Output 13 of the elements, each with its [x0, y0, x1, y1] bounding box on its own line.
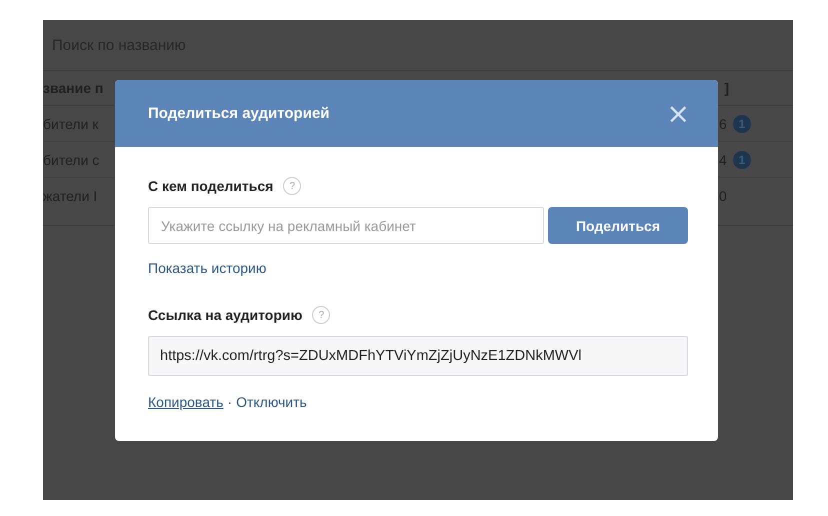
disable-link[interactable]: Отключить [236, 394, 307, 410]
field-label: Ссылка на аудиторию [148, 307, 302, 323]
share-button[interactable]: Поделиться [548, 207, 688, 244]
history-link[interactable]: Показать историю [148, 260, 266, 276]
close-button[interactable]: × [662, 100, 694, 128]
dialog-title: Поделиться аудиторией [148, 105, 330, 122]
copy-link[interactable]: Копировать [148, 394, 224, 410]
link-field[interactable]: https://vk.com/rtrg?s=ZDUxMDFhYTViYmZjZjUyNzE1ZDNkMWVl [148, 336, 688, 376]
help-icon[interactable]: ? [312, 306, 330, 324]
separator-dot: · [227, 394, 232, 410]
input-field[interactable]: Укажите ссылку на рекламный кабинет [148, 207, 544, 244]
help-icon[interactable]: ? [283, 177, 302, 195]
field-label: С кем поделиться [148, 178, 274, 194]
